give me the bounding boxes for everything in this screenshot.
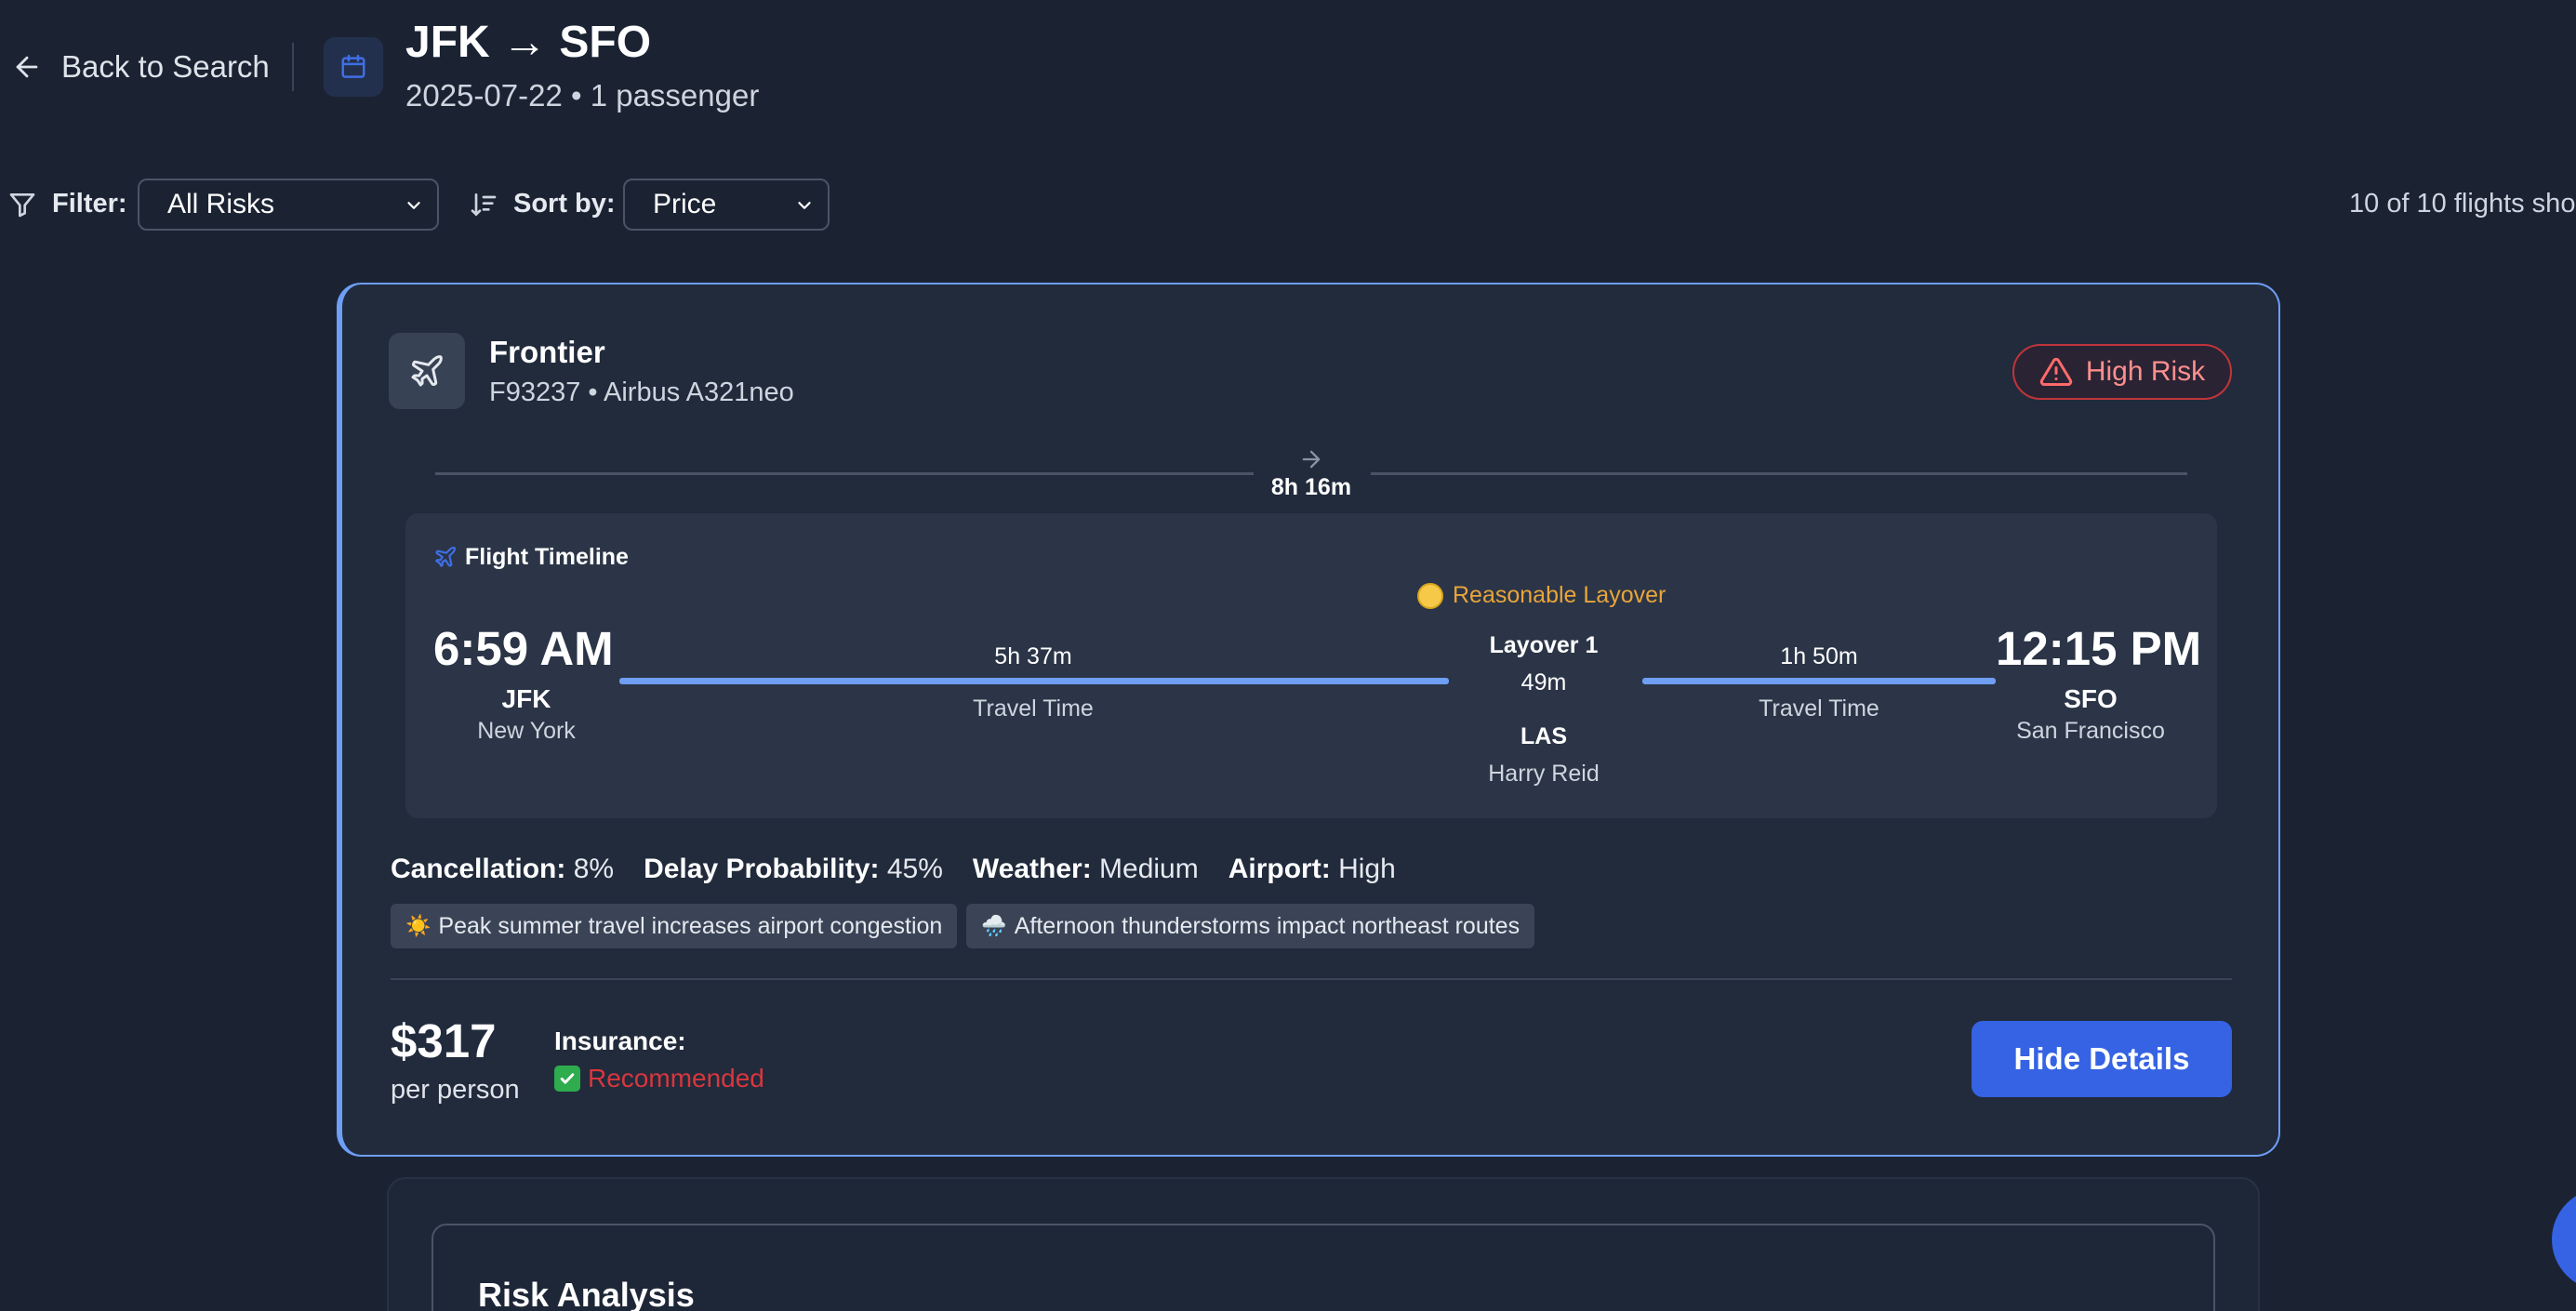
- card-divider: [391, 978, 2232, 980]
- calendar-badge: [324, 37, 383, 97]
- segment-2-label: Travel Time: [1759, 695, 1879, 722]
- stat-delay: Delay Probability: 45%: [644, 854, 943, 885]
- results-count: 10 of 10 flights sho: [2349, 189, 2576, 218]
- arrival-code: SFO: [2064, 684, 2118, 713]
- risk-filter-select[interactable]: All Risks: [138, 179, 439, 231]
- yellow-circle-icon: [1417, 582, 1443, 609]
- stat-value: 45%: [886, 854, 943, 884]
- chevron-down-icon: [407, 202, 420, 209]
- stat-weather: Weather: Medium: [973, 854, 1199, 885]
- arrow-right-icon: [1302, 450, 1321, 469]
- stat-value: Medium: [1099, 854, 1199, 884]
- risk-factor-chip: ☀️ Peak summer travel increases airport …: [391, 904, 958, 948]
- filter-label: Filter:: [52, 189, 127, 218]
- duration-line-right: [1371, 472, 2187, 475]
- sort-icon: [471, 193, 497, 217]
- layover-note: Reasonable Layover: [1417, 582, 1666, 609]
- risk-factor-text: Peak summer travel increases airport con…: [438, 912, 943, 939]
- insurance-label: Insurance:: [554, 1026, 686, 1055]
- flight-number-aircraft: F93237 • Airbus A321neo: [489, 377, 794, 407]
- arrow-left-icon: [16, 56, 38, 78]
- risk-factor-chip: 🌧️ Afternoon thunderstorms impact northe…: [966, 904, 1535, 948]
- risk-stats: Cancellation: 8% Delay Probability: 45% …: [391, 854, 1396, 885]
- stat-airport: Airport: High: [1228, 854, 1396, 885]
- warning-triangle-icon: [2039, 357, 2072, 386]
- back-to-search-link[interactable]: Back to Search: [11, 45, 270, 89]
- sort-select[interactable]: Price: [623, 179, 830, 231]
- sort-label: Sort by:: [513, 189, 616, 218]
- hide-details-button[interactable]: Hide Details: [1972, 1021, 2232, 1097]
- check-box-icon: [554, 1066, 580, 1092]
- arrival-city: San Francisco: [2016, 718, 2165, 744]
- stat-label: Airport:: [1228, 854, 1331, 884]
- page-title: JFK → SFO: [405, 18, 652, 67]
- stat-cancellation: Cancellation: 8%: [391, 854, 614, 885]
- duration-line-left: [435, 472, 1254, 475]
- stat-value: High: [1338, 854, 1396, 884]
- total-duration: 8h 16m: [1270, 474, 1352, 500]
- segment-1-duration: 5h 37m: [994, 643, 1072, 669]
- plane-icon: [411, 355, 443, 387]
- stat-label: Weather:: [972, 854, 1092, 884]
- layover-title: Layover 1: [1489, 632, 1599, 658]
- departure-city: New York: [477, 718, 576, 744]
- airline-logo: [389, 333, 465, 409]
- sun-icon: ☀️: [405, 914, 432, 937]
- chevron-down-icon: [798, 202, 811, 209]
- header-divider: [292, 43, 294, 91]
- risk-analysis-section: [432, 1224, 2215, 1311]
- segment-2-bar: [1642, 678, 1996, 684]
- layover-airport-code: LAS: [1520, 723, 1567, 749]
- stat-label: Cancellation:: [391, 854, 566, 884]
- airline-name: Frontier: [489, 335, 605, 369]
- timeline-title: Flight Timeline: [465, 544, 629, 570]
- risk-analysis-title: Risk Analysis: [478, 1276, 695, 1311]
- risk-filter-value: All Risks: [167, 189, 275, 219]
- stat-label: Delay Probability:: [644, 854, 880, 884]
- departure-time: 6:59 AM: [433, 622, 614, 675]
- insurance-recommendation: Recommended: [588, 1064, 764, 1092]
- layover-note-label: Reasonable Layover: [1453, 582, 1666, 608]
- price-unit: per person: [391, 1075, 520, 1105]
- stat-value: 8%: [573, 854, 615, 884]
- departure-code: JFK: [501, 684, 551, 713]
- insurance-value: Recommended: [554, 1064, 764, 1093]
- route-subtitle: 2025-07-22 • 1 passenger: [405, 78, 760, 113]
- plane-icon: [435, 546, 457, 567]
- risk-factor-text: Afternoon thunderstorms impact northeast…: [1014, 912, 1520, 939]
- arrival-time: 12:15 PM: [1996, 622, 2202, 675]
- layover-airport-name: Harry Reid: [1488, 761, 1600, 787]
- floating-action-button[interactable]: [2552, 1188, 2576, 1291]
- calendar-icon: [341, 54, 365, 78]
- back-label: Back to Search: [61, 49, 270, 84]
- segment-1-label: Travel Time: [973, 695, 1094, 722]
- price: $317: [391, 1014, 497, 1067]
- risk-badge: High Risk: [2012, 344, 2232, 400]
- risk-badge-label: High Risk: [2085, 356, 2206, 387]
- segment-2-duration: 1h 50m: [1780, 643, 1858, 669]
- rain-cloud-icon: 🌧️: [981, 914, 1007, 937]
- segment-1-bar: [619, 678, 1449, 684]
- layover-duration: 49m: [1520, 669, 1567, 695]
- risk-factor-chips: ☀️ Peak summer travel increases airport …: [391, 904, 1535, 948]
- sort-value: Price: [653, 189, 717, 219]
- filter-icon: [9, 193, 35, 218]
